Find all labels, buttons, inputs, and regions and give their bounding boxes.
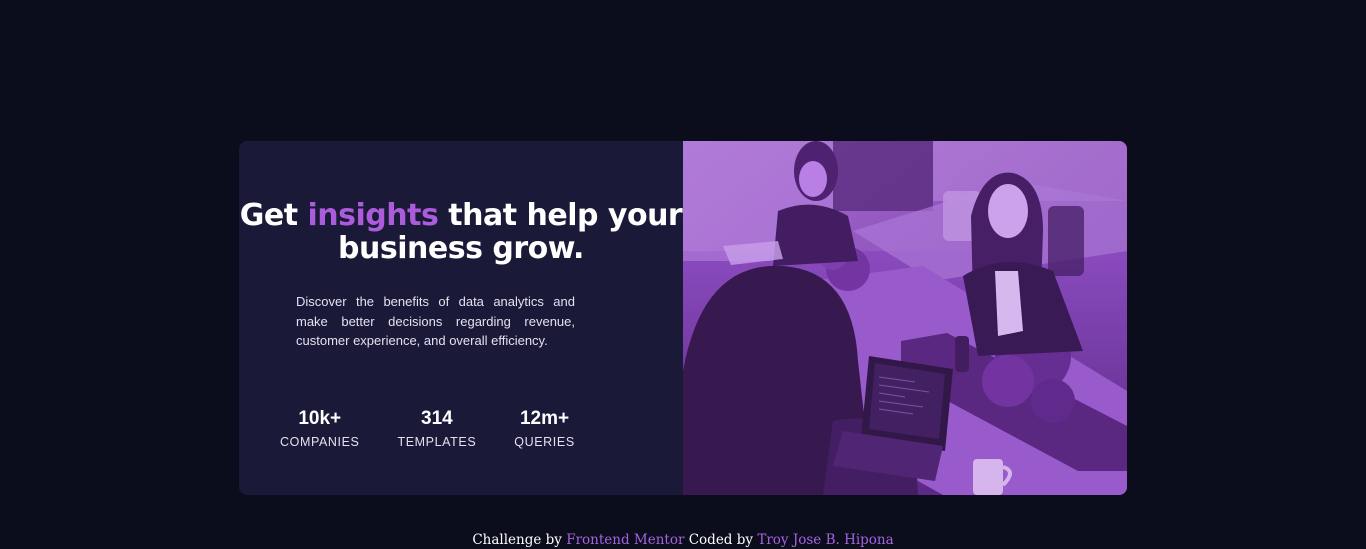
stat-value: 314 xyxy=(421,408,453,429)
attribution-footer: Challenge by Frontend Mentor Coded by Tr… xyxy=(0,532,1366,548)
stat-templates: 314 Templates xyxy=(398,407,477,449)
page-title: Get insights that help your business gro… xyxy=(239,199,683,265)
headline-start: Get xyxy=(239,198,308,233)
coded-prefix: Coded by xyxy=(688,532,754,548)
photo-illustration xyxy=(683,141,1127,495)
stat-label: Templates xyxy=(397,435,477,449)
challenge-prefix: Challenge by xyxy=(472,532,562,548)
card-text-panel: Get insights that help your business gro… xyxy=(239,141,683,495)
stat-queries: 12m+ Queries xyxy=(514,407,574,449)
office-team-photo xyxy=(683,141,1127,495)
frontend-mentor-link[interactable]: Frontend Mentor xyxy=(566,532,684,548)
stat-label: Queries xyxy=(514,435,575,449)
author-link[interactable]: Troy Jose B. Hipona xyxy=(757,532,893,548)
hero-description: Discover the benefits of data analytics … xyxy=(296,294,575,348)
stat-value: 12m+ xyxy=(519,408,570,429)
stats-row: 10k+ Companies 314 Templates 12m+ Querie… xyxy=(280,407,575,449)
stats-preview-card: Get insights that help your business gro… xyxy=(239,141,1127,495)
stat-companies: 10k+ Companies xyxy=(280,407,360,449)
stat-value: 10k+ xyxy=(298,408,342,429)
headline-accent: insights xyxy=(307,198,439,233)
stat-label: Companies xyxy=(280,435,360,449)
